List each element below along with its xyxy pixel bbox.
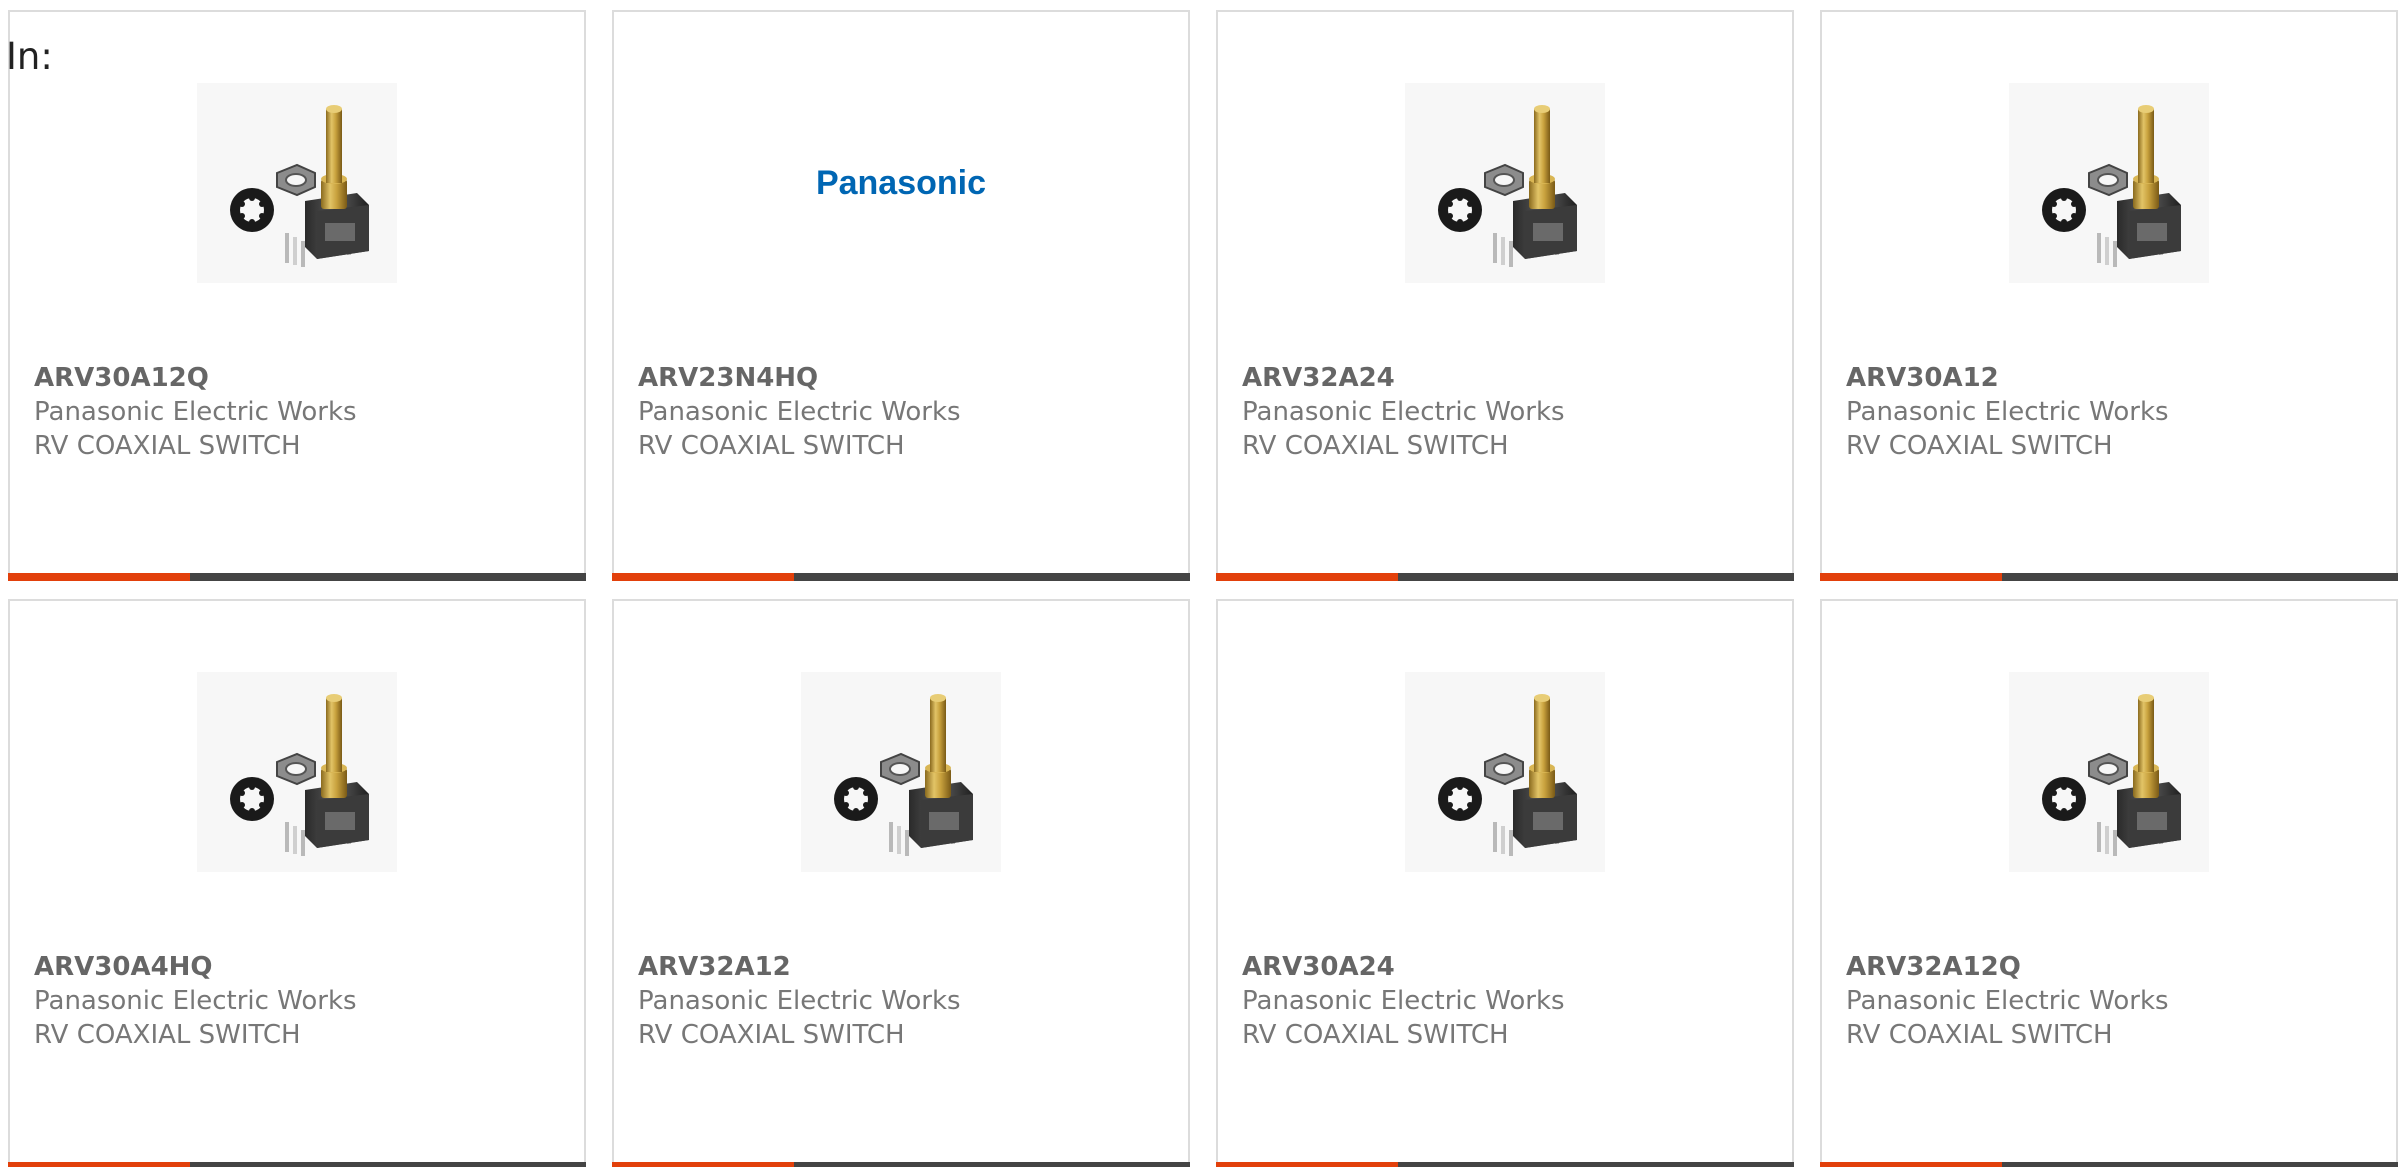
panasonic-logo-text: Panasonic — [816, 164, 986, 202]
part-number[interactable]: ARV30A12Q — [34, 361, 209, 395]
card-bottom-bar — [8, 1162, 586, 1167]
manufacturer-name: Panasonic Electric Works — [1242, 986, 1565, 1016]
product-grid-page: In: ARV30A12Q Panasonic Electric Works R… — [0, 0, 2400, 1167]
product-description: RV COAXIAL SWITCH — [1846, 431, 2113, 461]
in-label: In: — [6, 35, 53, 78]
card-accent-bar — [8, 573, 190, 581]
card-accent-bar — [1820, 573, 2002, 581]
product-image[interactable] — [1405, 83, 1605, 283]
product-card[interactable]: ARV32A12Q Panasonic Electric Works RV CO… — [1820, 599, 2398, 1167]
manufacturer-name: Panasonic Electric Works — [1846, 986, 2169, 1016]
manufacturer-name: Panasonic Electric Works — [638, 397, 961, 427]
card-accent-bar — [1820, 1162, 2002, 1167]
product-description: RV COAXIAL SWITCH — [1846, 1020, 2113, 1050]
manufacturer-name: Panasonic Electric Works — [1846, 397, 2169, 427]
card-accent-bar — [1216, 1162, 1398, 1167]
product-image[interactable] — [2009, 83, 2209, 283]
panasonic-logo[interactable]: Panasonic — [801, 83, 1001, 283]
manufacturer-name: Panasonic Electric Works — [638, 986, 961, 1016]
part-number[interactable]: ARV30A12 — [1846, 361, 1999, 395]
card-accent-bar — [612, 1162, 794, 1167]
product-image[interactable] — [801, 672, 1001, 872]
part-number[interactable]: ARV32A12 — [638, 950, 791, 984]
card-bottom-bar — [612, 573, 1190, 581]
product-card[interactable]: ARV32A12 Panasonic Electric Works RV COA… — [612, 599, 1190, 1167]
card-bottom-bar — [8, 573, 586, 581]
manufacturer-name: Panasonic Electric Works — [34, 986, 357, 1016]
product-card[interactable]: Panasonic ARV23N4HQ Panasonic Electric W… — [612, 10, 1190, 581]
card-bottom-bar — [1820, 573, 2398, 581]
product-card[interactable]: ARV30A12Q Panasonic Electric Works RV CO… — [8, 10, 586, 581]
product-card[interactable]: ARV32A24 Panasonic Electric Works RV COA… — [1216, 10, 1794, 581]
card-bottom-bar — [1216, 1162, 1794, 1167]
part-number[interactable]: ARV23N4HQ — [638, 361, 818, 395]
part-number[interactable]: ARV30A4HQ — [34, 950, 213, 984]
product-image[interactable] — [1405, 672, 1605, 872]
product-image[interactable] — [197, 672, 397, 872]
manufacturer-name: Panasonic Electric Works — [34, 397, 357, 427]
card-bottom-bar — [1216, 573, 1794, 581]
product-image[interactable] — [2009, 672, 2209, 872]
card-accent-bar — [612, 573, 794, 581]
product-description: RV COAXIAL SWITCH — [638, 1020, 905, 1050]
product-description: RV COAXIAL SWITCH — [34, 1020, 301, 1050]
part-number[interactable]: ARV32A12Q — [1846, 950, 2021, 984]
card-bottom-bar — [1820, 1162, 2398, 1167]
part-number[interactable]: ARV32A24 — [1242, 361, 1395, 395]
card-accent-bar — [1216, 573, 1398, 581]
product-description: RV COAXIAL SWITCH — [1242, 431, 1509, 461]
product-description: RV COAXIAL SWITCH — [34, 431, 301, 461]
product-image[interactable] — [197, 83, 397, 283]
manufacturer-name: Panasonic Electric Works — [1242, 397, 1565, 427]
product-card[interactable]: ARV30A24 Panasonic Electric Works RV COA… — [1216, 599, 1794, 1167]
card-bottom-bar — [612, 1162, 1190, 1167]
product-description: RV COAXIAL SWITCH — [638, 431, 905, 461]
product-card[interactable]: ARV30A12 Panasonic Electric Works RV COA… — [1820, 10, 2398, 581]
product-card[interactable]: ARV30A4HQ Panasonic Electric Works RV CO… — [8, 599, 586, 1167]
card-accent-bar — [8, 1162, 190, 1167]
product-description: RV COAXIAL SWITCH — [1242, 1020, 1509, 1050]
part-number[interactable]: ARV30A24 — [1242, 950, 1395, 984]
